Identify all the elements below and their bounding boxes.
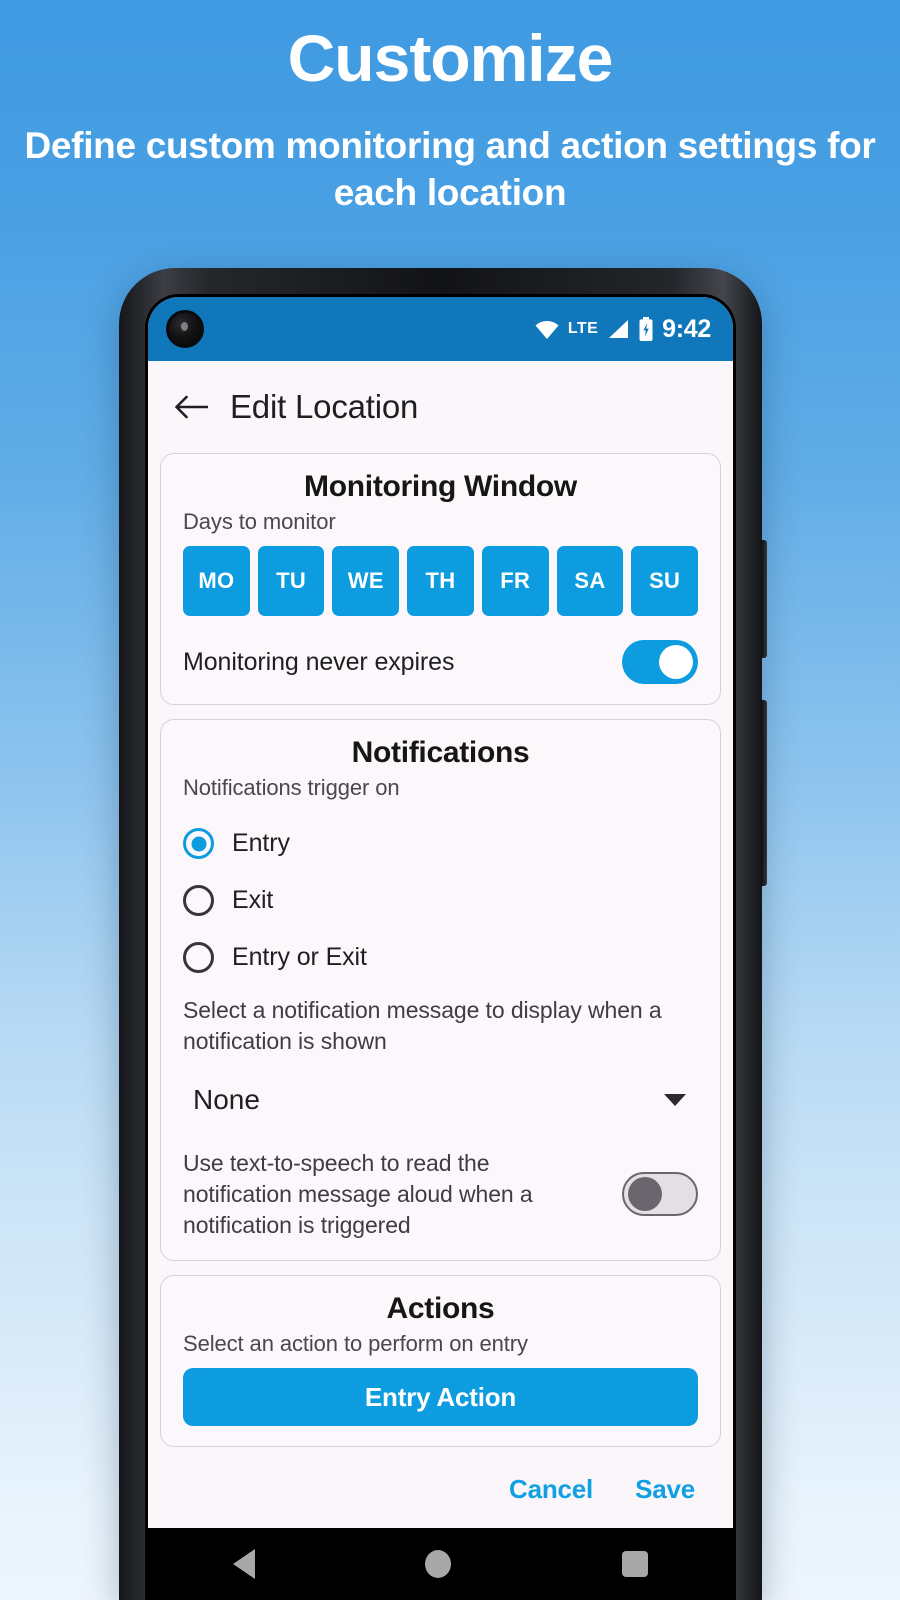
status-icons: LTE 9:42: [534, 315, 711, 344]
day-toggle-sa[interactable]: SA: [556, 546, 624, 617]
radio-icon-entry-or-exit[interactable]: [183, 942, 214, 974]
network-type-label: LTE: [567, 320, 599, 337]
notification-message-dropdown[interactable]: None: [183, 1076, 698, 1124]
android-navigation-bar: [148, 1528, 733, 1600]
radio-label-entry-or-exit: Entry or Exit: [232, 943, 367, 972]
days-to-monitor-label: Days to monitor: [183, 509, 336, 534]
chevron-down-icon[interactable]: [664, 1094, 686, 1107]
phone-bezel: LTE 9:42 Edit Location Monitoring Window…: [145, 294, 736, 1600]
back-arrow-icon[interactable]: [174, 394, 208, 420]
text-to-speech-label: Use text-to-speech to read the notificat…: [183, 1150, 533, 1238]
notification-message-hint: Select a notification message to display…: [183, 997, 662, 1054]
actions-card: Actions Select an action to perform on e…: [160, 1275, 721, 1448]
actions-title: Actions: [386, 1292, 495, 1326]
battery-icon: [639, 317, 653, 341]
form-action-bar: Cancel Save: [148, 1450, 733, 1528]
promo-title: Customize: [287, 21, 614, 95]
phone-screen: LTE 9:42 Edit Location Monitoring Window…: [148, 297, 733, 1600]
never-expires-label: Monitoring never expires: [183, 647, 455, 676]
radio-option-exit[interactable]: Exit: [183, 885, 698, 917]
cancel-button[interactable]: Cancel: [509, 1474, 593, 1505]
toggle-knob: [659, 645, 693, 680]
save-button[interactable]: Save: [635, 1474, 695, 1505]
settings-scroll-area[interactable]: Monitoring Window Days to monitor MO TU …: [148, 453, 733, 1450]
radio-label-entry: Entry: [232, 829, 290, 858]
actions-hint: Select an action to perform on entry: [183, 1331, 528, 1357]
promo-subtitle: Define custom monitoring and action sett…: [24, 124, 876, 214]
monitoring-window-card: Monitoring Window Days to monitor MO TU …: [160, 453, 721, 706]
radio-option-entry-or-exit[interactable]: Entry or Exit: [183, 942, 698, 974]
signal-icon: [609, 320, 629, 338]
toggle-knob: [628, 1177, 662, 1212]
radio-label-exit: Exit: [232, 886, 274, 915]
radio-icon-exit[interactable]: [183, 885, 214, 917]
day-toggle-we[interactable]: WE: [332, 546, 400, 617]
app-bar: Edit Location: [148, 361, 733, 453]
power-button[interactable]: [761, 700, 767, 886]
day-toggle-fr[interactable]: FR: [481, 546, 549, 617]
day-toggle-mo[interactable]: MO: [183, 546, 250, 617]
status-clock: 9:42: [662, 314, 711, 343]
page-title: Edit Location: [230, 388, 419, 425]
never-expires-toggle[interactable]: [622, 640, 698, 685]
notification-message-value: None: [193, 1084, 260, 1116]
never-expires-row: Monitoring never expires: [183, 640, 698, 685]
radio-option-entry[interactable]: Entry: [183, 828, 698, 860]
days-selector: MO TU WE TH FR SA SU: [183, 546, 699, 617]
volume-button[interactable]: [761, 540, 767, 658]
day-toggle-su[interactable]: SU: [631, 546, 699, 617]
wifi-icon: [535, 320, 559, 339]
notifications-trigger-label: Notifications trigger on: [183, 775, 400, 801]
day-toggle-th[interactable]: TH: [407, 546, 474, 617]
radio-icon-entry[interactable]: [183, 828, 214, 860]
promo-header: Customize Define custom monitoring and a…: [0, 0, 900, 217]
nav-home-icon[interactable]: [425, 1550, 452, 1578]
text-to-speech-toggle[interactable]: [622, 1172, 698, 1217]
front-camera-icon: [166, 310, 204, 348]
day-toggle-tu[interactable]: TU: [257, 546, 325, 617]
monitoring-window-title: Monitoring Window: [304, 470, 577, 503]
phone-mockup: LTE 9:42 Edit Location Monitoring Window…: [119, 268, 767, 1600]
notifications-title: Notifications: [351, 736, 530, 770]
nav-back-icon[interactable]: [233, 1549, 256, 1579]
entry-action-button[interactable]: Entry Action: [183, 1368, 698, 1427]
text-to-speech-row: Use text-to-speech to read the notificat…: [183, 1148, 698, 1240]
status-bar: LTE 9:42: [148, 297, 733, 361]
notifications-card: Notifications Notifications trigger on E…: [160, 719, 721, 1262]
nav-recents-icon[interactable]: [621, 1551, 648, 1577]
